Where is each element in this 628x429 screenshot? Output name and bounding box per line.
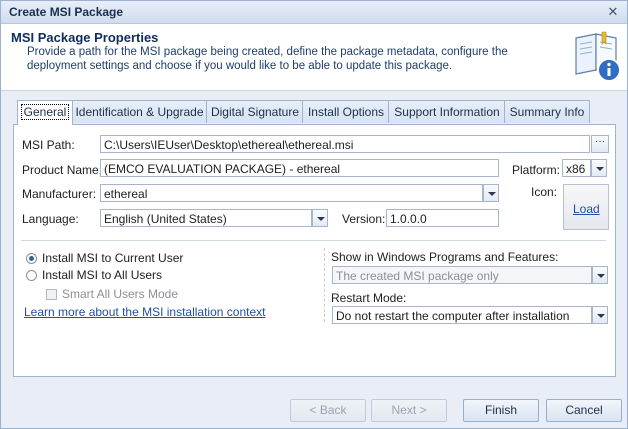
tab-digital-signature[interactable]: Digital Signature xyxy=(206,100,304,123)
install-current-user-label[interactable]: Install MSI to Current User xyxy=(42,251,183,265)
chevron-down-icon xyxy=(488,192,496,196)
page-title: MSI Package Properties xyxy=(11,30,159,45)
msi-path-input[interactable]: C:\Users\IEUser\Desktop\ethereal\etherea… xyxy=(100,135,590,153)
smart-all-users-checkbox[interactable] xyxy=(46,289,57,300)
next-button[interactable]: Next > xyxy=(371,399,447,422)
manufacturer-label: Manufacturer: xyxy=(22,187,97,201)
manufacturer-input[interactable]: ethereal xyxy=(100,184,483,202)
version-input[interactable]: 1.0.0.0 xyxy=(386,209,499,227)
back-button[interactable]: < Back xyxy=(290,399,366,422)
title-bar: Create MSI Package ✕ xyxy=(1,1,627,24)
restart-mode-label: Restart Mode: xyxy=(331,291,407,305)
show-in-programs-label: Show in Windows Programs and Features: xyxy=(331,250,559,264)
version-label: Version: xyxy=(342,212,386,226)
learn-more-link[interactable]: Learn more about the MSI installation co… xyxy=(24,305,265,319)
product-name-label: Product Name: xyxy=(22,163,103,177)
restart-mode-select[interactable]: Do not restart the computer after instal… xyxy=(332,306,592,324)
chevron-down-icon xyxy=(317,217,325,221)
chevron-down-icon xyxy=(597,314,605,318)
manufacturer-dropdown-button[interactable] xyxy=(483,184,499,202)
dialog-header: MSI Package Properties Provide a path fo… xyxy=(1,24,627,91)
load-icon-link[interactable]: Load xyxy=(573,202,600,216)
install-all-users-label[interactable]: Install MSI to All Users xyxy=(42,268,162,282)
language-select[interactable]: English (United States) xyxy=(100,209,312,227)
tab-summary-info[interactable]: Summary Info xyxy=(504,100,590,123)
chevron-down-icon xyxy=(596,167,604,171)
tab-general[interactable]: General xyxy=(17,100,73,125)
page-description: Provide a path for the MSI package being… xyxy=(27,46,508,72)
column-divider xyxy=(324,248,326,322)
icon-preview-box[interactable]: Load xyxy=(563,184,609,230)
platform-select[interactable]: x86 xyxy=(562,159,591,177)
browse-button[interactable]: ··· xyxy=(591,135,609,153)
msi-path-label: MSI Path: xyxy=(22,138,75,152)
tab-install-options[interactable]: Install Options xyxy=(302,100,390,123)
book-info-icon xyxy=(575,31,621,82)
install-current-user-radio[interactable] xyxy=(26,253,37,264)
platform-label: Platform: xyxy=(512,163,561,177)
section-divider xyxy=(21,240,606,241)
close-icon[interactable]: ✕ xyxy=(605,4,621,20)
tab-identification-upgrade[interactable]: Identification & Upgrade xyxy=(71,100,208,123)
language-label: Language: xyxy=(22,212,79,226)
language-dropdown-button[interactable] xyxy=(312,209,328,227)
general-tab-panel: MSI Path: C:\Users\IEUser\Desktop\ethere… xyxy=(13,124,616,377)
chevron-down-icon xyxy=(597,274,605,278)
cancel-button[interactable]: Cancel xyxy=(546,399,622,422)
tab-support-information[interactable]: Support Information xyxy=(388,100,506,123)
smart-all-users-label: Smart All Users Mode xyxy=(62,287,179,301)
show-in-programs-dropdown-button[interactable] xyxy=(592,266,608,284)
icon-label: Icon: xyxy=(531,185,558,199)
platform-dropdown-button[interactable] xyxy=(591,159,607,177)
tab-general-label: General xyxy=(20,104,70,120)
create-msi-dialog: Create MSI Package ✕ MSI Package Propert… xyxy=(0,0,628,429)
window-title: Create MSI Package xyxy=(9,5,124,19)
restart-mode-dropdown-button[interactable] xyxy=(592,306,608,324)
show-in-programs-select[interactable]: The created MSI package only xyxy=(332,266,592,284)
finish-button[interactable]: Finish xyxy=(463,399,539,422)
install-all-users-radio[interactable] xyxy=(26,270,37,281)
product-name-input[interactable]: (EMCO EVALUATION PACKAGE) - ethereal xyxy=(100,159,499,177)
